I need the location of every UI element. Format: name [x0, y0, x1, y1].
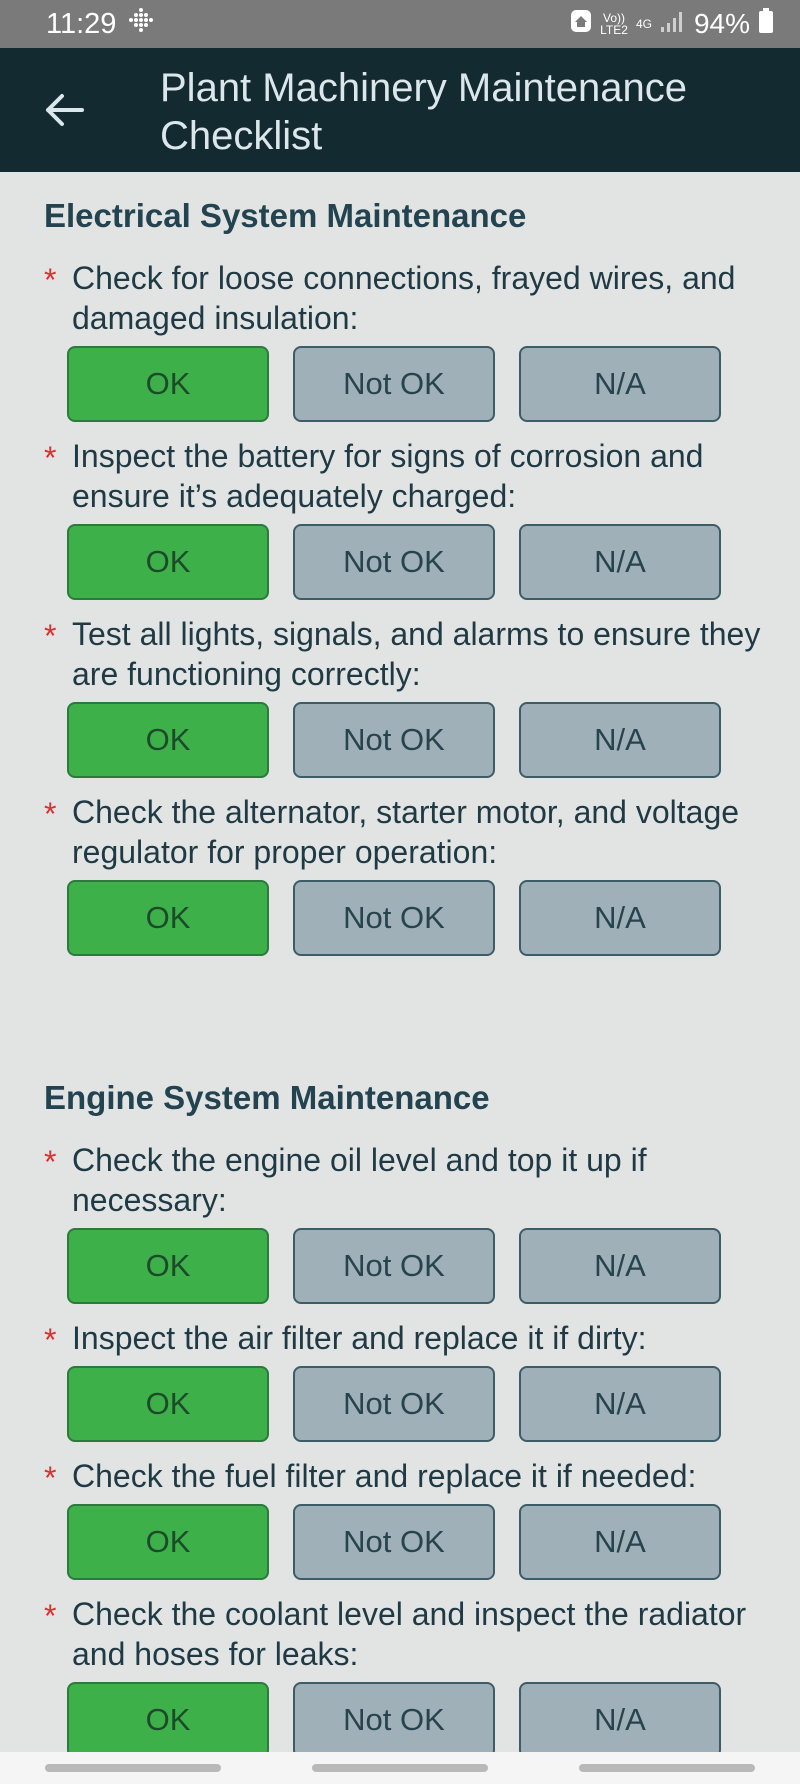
gesture-nav-bar	[0, 1752, 800, 1784]
option-ok-button[interactable]: OK	[67, 1682, 269, 1752]
option-ok-button[interactable]: OK	[67, 1366, 269, 1442]
question-text: Inspect the battery for signs of corrosi…	[72, 438, 704, 514]
option-ok-button[interactable]: OK	[67, 346, 269, 422]
question-text: Check the engine oil level and top it up…	[72, 1142, 647, 1218]
option-not-ok-button[interactable]: Not OK	[293, 702, 495, 778]
nav-back-pill[interactable]	[578, 1764, 755, 1772]
section-electrical: Electrical System Maintenance * Check fo…	[44, 188, 800, 956]
checklist-content[interactable]: Electrical System Maintenance * Check fo…	[0, 172, 800, 1752]
option-na-button[interactable]: N/A	[519, 1682, 721, 1752]
battery-icon	[758, 7, 774, 41]
question: * Check the alternator, starter motor, a…	[44, 792, 774, 872]
required-star-icon: *	[44, 262, 57, 298]
option-ok-button[interactable]: OK	[67, 880, 269, 956]
question-text: Check the fuel filter and replace it if …	[72, 1458, 697, 1494]
option-ok-button[interactable]: OK	[67, 524, 269, 600]
home-icon	[570, 8, 592, 40]
option-ok-button[interactable]: OK	[67, 1228, 269, 1304]
option-group: OK Not OK N/A	[67, 880, 800, 956]
network-type: 4G	[635, 17, 652, 31]
page-title: Plant Machinery Maintenance Checklist	[160, 66, 687, 158]
app-bar: Plant Machinery Maintenance Checklist	[0, 48, 800, 172]
question-text: Inspect the air filter and replace it if…	[72, 1320, 647, 1356]
nav-recent-pill[interactable]	[45, 1764, 222, 1772]
required-star-icon: *	[44, 1322, 57, 1358]
question-text: Check the alternator, starter motor, and…	[72, 794, 740, 870]
option-group: OK Not OK N/A	[67, 1504, 800, 1580]
option-not-ok-button[interactable]: Not OK	[293, 1366, 495, 1442]
back-button[interactable]	[36, 82, 92, 138]
status-left: 11:29	[46, 7, 154, 41]
nav-home-pill[interactable]	[311, 1764, 488, 1772]
signal-icon	[660, 8, 686, 40]
option-group: OK Not OK N/A	[67, 1366, 800, 1442]
question: * Check for loose connections, frayed wi…	[44, 258, 774, 338]
question: * Inspect the battery for signs of corro…	[44, 436, 774, 516]
option-na-button[interactable]: N/A	[519, 702, 721, 778]
option-ok-button[interactable]: OK	[67, 702, 269, 778]
required-star-icon: *	[44, 1460, 57, 1496]
status-right: Vo)) LTE2 4G 94%	[570, 7, 774, 41]
question: * Check the coolant level and inspect th…	[44, 1594, 774, 1674]
required-star-icon: *	[44, 1144, 57, 1180]
volte-indicator: Vo)) LTE2	[600, 12, 628, 36]
option-ok-button[interactable]: OK	[67, 1504, 269, 1580]
battery-level: 94%	[693, 8, 750, 39]
question-text: Check for loose connections, frayed wire…	[72, 260, 736, 336]
arrow-left-icon	[46, 94, 84, 126]
required-star-icon: *	[44, 796, 57, 832]
question: * Inspect the air filter and replace it …	[44, 1318, 774, 1358]
status-bar: 11:29 Vo)) LTE2 4G 94%	[0, 0, 800, 48]
option-group: OK Not OK N/A	[67, 1682, 800, 1752]
option-na-button[interactable]: N/A	[519, 1228, 721, 1304]
option-group: OK Not OK N/A	[67, 1228, 800, 1304]
option-na-button[interactable]: N/A	[519, 346, 721, 422]
question: * Test all lights, signals, and alarms t…	[44, 614, 774, 694]
option-not-ok-button[interactable]: Not OK	[293, 880, 495, 956]
required-star-icon: *	[44, 440, 57, 476]
option-na-button[interactable]: N/A	[519, 524, 721, 600]
option-not-ok-button[interactable]: Not OK	[293, 1228, 495, 1304]
option-not-ok-button[interactable]: Not OK	[293, 1504, 495, 1580]
option-na-button[interactable]: N/A	[519, 1504, 721, 1580]
option-na-button[interactable]: N/A	[519, 1366, 721, 1442]
section-engine: Engine System Maintenance * Check the en…	[44, 1070, 800, 1752]
question-text: Test all lights, signals, and alarms to …	[72, 616, 761, 692]
question-text: Check the coolant level and inspect the …	[72, 1596, 747, 1672]
section-title: Engine System Maintenance	[44, 1079, 490, 1116]
option-not-ok-button[interactable]: Not OK	[293, 524, 495, 600]
status-time: 11:29	[46, 7, 117, 40]
notification-dots-icon	[128, 7, 154, 41]
option-group: OK Not OK N/A	[67, 346, 800, 422]
question: * Check the fuel filter and replace it i…	[44, 1456, 774, 1496]
option-na-button[interactable]: N/A	[519, 880, 721, 956]
required-star-icon: *	[44, 1598, 57, 1634]
lte-label: LTE2	[600, 23, 628, 37]
required-star-icon: *	[44, 618, 57, 654]
option-group: OK Not OK N/A	[67, 702, 800, 778]
question: * Check the engine oil level and top it …	[44, 1140, 774, 1220]
section-title: Electrical System Maintenance	[44, 197, 527, 234]
option-group: OK Not OK N/A	[67, 524, 800, 600]
option-not-ok-button[interactable]: Not OK	[293, 1682, 495, 1752]
option-not-ok-button[interactable]: Not OK	[293, 346, 495, 422]
